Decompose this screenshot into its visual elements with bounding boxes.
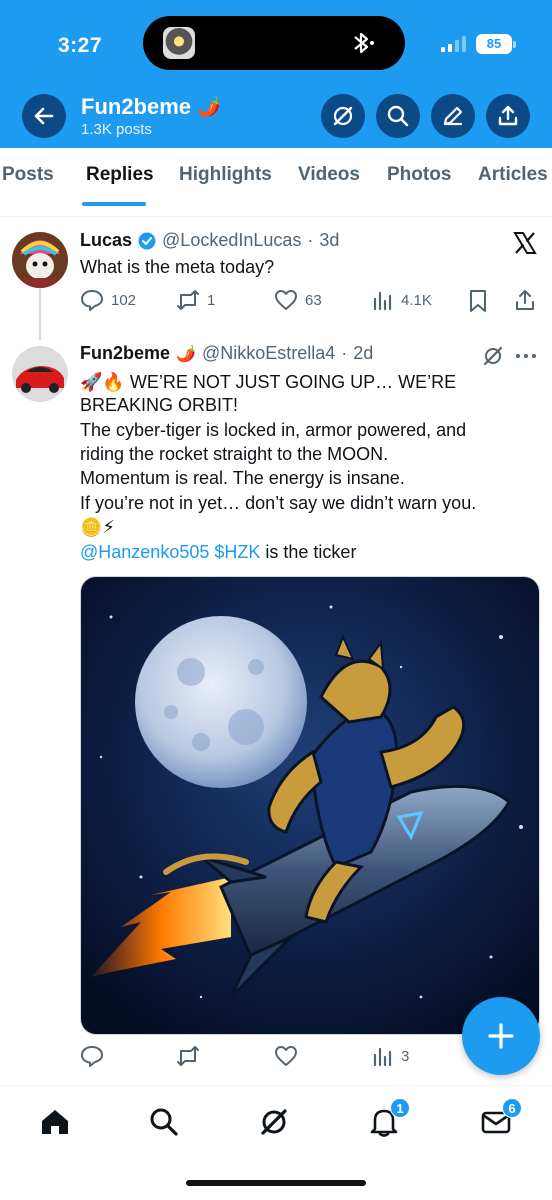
nav-grok[interactable] xyxy=(258,1106,290,1138)
parent-post-text: What is the meta today? xyxy=(80,257,275,277)
edit-button[interactable] xyxy=(431,94,475,138)
grok-icon xyxy=(261,1109,287,1135)
views-icon xyxy=(373,291,392,311)
author-handle[interactable]: @NikkoEstrella4 xyxy=(202,343,335,364)
post-image[interactable] xyxy=(80,576,540,1035)
home-indicator xyxy=(186,1180,366,1186)
nav-search[interactable] xyxy=(148,1106,180,1138)
profile-header: 3:27 85 Fun2beme 🌶️ 1.3K posts xyxy=(0,0,552,148)
share-post-icon[interactable] xyxy=(514,289,536,311)
repost-action[interactable]: 1 xyxy=(176,289,215,311)
reply-text-line-3: The cyber-tiger is locked in, armor powe… xyxy=(80,420,467,440)
signal-icon xyxy=(441,36,466,52)
home-icon xyxy=(42,1110,68,1134)
repost-icon[interactable] xyxy=(176,1045,200,1067)
post-time[interactable]: 2d xyxy=(353,343,373,364)
island-app-icon xyxy=(163,27,195,59)
like-action[interactable]: 63 xyxy=(274,289,322,311)
fun2beme-avatar[interactable] xyxy=(12,346,68,402)
status-time: 3:27 xyxy=(58,34,103,57)
lucas-avatar[interactable] xyxy=(12,232,68,288)
x-logo-icon xyxy=(513,232,537,254)
repost-icon xyxy=(177,290,199,310)
reply-post-header: Fun2beme 🌶️ @NikkoEstrella4 · 2d xyxy=(80,343,374,364)
edit-icon xyxy=(443,106,463,126)
nav-home[interactable] xyxy=(39,1106,71,1138)
reply-text-line-6: If you’re not in yet… don’t say we didn’… xyxy=(80,493,477,513)
reply-text-line-5: Momentum is real. The energy is insane. xyxy=(80,468,405,488)
tab-highlights[interactable]: Highlights xyxy=(179,164,272,186)
profile-name: Fun2beme xyxy=(81,94,192,119)
tab-posts[interactable]: Posts xyxy=(2,164,54,186)
post-count: 1.3K posts xyxy=(81,121,152,138)
reply-icon xyxy=(81,290,103,311)
compose-button[interactable] xyxy=(462,997,540,1075)
profile-title: Fun2beme 🌶️ xyxy=(81,94,221,120)
active-tab-indicator xyxy=(82,202,146,206)
reply-text-line-2: BREAKING ORBIT! xyxy=(80,395,239,415)
nav-notifications[interactable]: 1 xyxy=(368,1098,410,1138)
back-icon xyxy=(34,107,54,125)
tab-videos[interactable]: Videos xyxy=(298,164,360,186)
back-button[interactable] xyxy=(22,94,66,138)
tab-replies[interactable]: Replies xyxy=(86,164,154,186)
tab-photos[interactable]: Photos xyxy=(387,164,451,186)
post-time[interactable]: 3d xyxy=(319,230,339,251)
tiger-rocket-moon-image xyxy=(81,577,539,1034)
reply-action[interactable]: 102 xyxy=(80,289,136,311)
reply-text-line-8: @Hanzenko505 $HZK is the ticker xyxy=(80,542,357,562)
reply-icon[interactable] xyxy=(80,1045,104,1067)
more-options-icon[interactable] xyxy=(514,352,538,360)
grok-button[interactable] xyxy=(321,94,365,138)
share-button[interactable] xyxy=(486,94,530,138)
bluetooth-icon xyxy=(354,32,374,54)
search-icon xyxy=(150,1108,178,1136)
views-action[interactable]: 3 xyxy=(372,1045,409,1067)
share-icon xyxy=(498,105,518,126)
author-name[interactable]: Lucas xyxy=(80,230,132,251)
reply-text-line-1: 🚀🔥 WE’RE NOT JUST GOING UP… WE’RE xyxy=(80,372,457,392)
bookmark-icon[interactable] xyxy=(468,289,488,313)
reply-text-line-4: riding the rocket straight to the MOON. xyxy=(80,444,389,464)
plus-icon xyxy=(488,1023,514,1049)
views-action[interactable]: 4.1K xyxy=(372,289,432,311)
search-icon xyxy=(387,105,409,127)
heart-icon[interactable] xyxy=(274,1045,298,1067)
author-name[interactable]: Fun2beme xyxy=(80,343,170,364)
dynamic-island xyxy=(143,16,405,70)
notifications-badge: 1 xyxy=(390,1098,410,1118)
nav-messages[interactable]: 6 xyxy=(480,1098,522,1138)
tab-articles[interactable]: Articles xyxy=(478,164,548,186)
cashtag-link[interactable]: $HZK xyxy=(214,542,260,562)
parent-post-header: Lucas @LockedInLucas · 3d xyxy=(80,230,340,251)
profile-replies-screen: 3:27 85 Fun2beme 🌶️ 1.3K posts Posts Rep… xyxy=(0,0,552,1200)
search-button[interactable] xyxy=(376,94,420,138)
messages-badge: 6 xyxy=(502,1098,522,1118)
views-icon xyxy=(373,1047,392,1067)
grok-post-icon[interactable] xyxy=(482,345,504,367)
author-handle[interactable]: @LockedInLucas xyxy=(162,230,301,251)
status-icons: 85 xyxy=(441,34,516,54)
mention-link[interactable]: @Hanzenko505 xyxy=(80,542,209,562)
grok-icon xyxy=(333,106,353,126)
battery-icon: 85 xyxy=(476,34,516,54)
thread-connector xyxy=(39,288,41,340)
reply-text-line-7: 🪙⚡ xyxy=(80,517,116,537)
profile-tabs: Posts Replies Highlights Videos Photos A… xyxy=(0,148,552,206)
pepper-emoji: 🌶️ xyxy=(197,97,221,118)
heart-icon xyxy=(275,290,297,310)
pepper-emoji: 🌶️ xyxy=(176,345,196,363)
tabs-divider xyxy=(0,216,552,217)
verified-badge-icon xyxy=(138,232,156,249)
